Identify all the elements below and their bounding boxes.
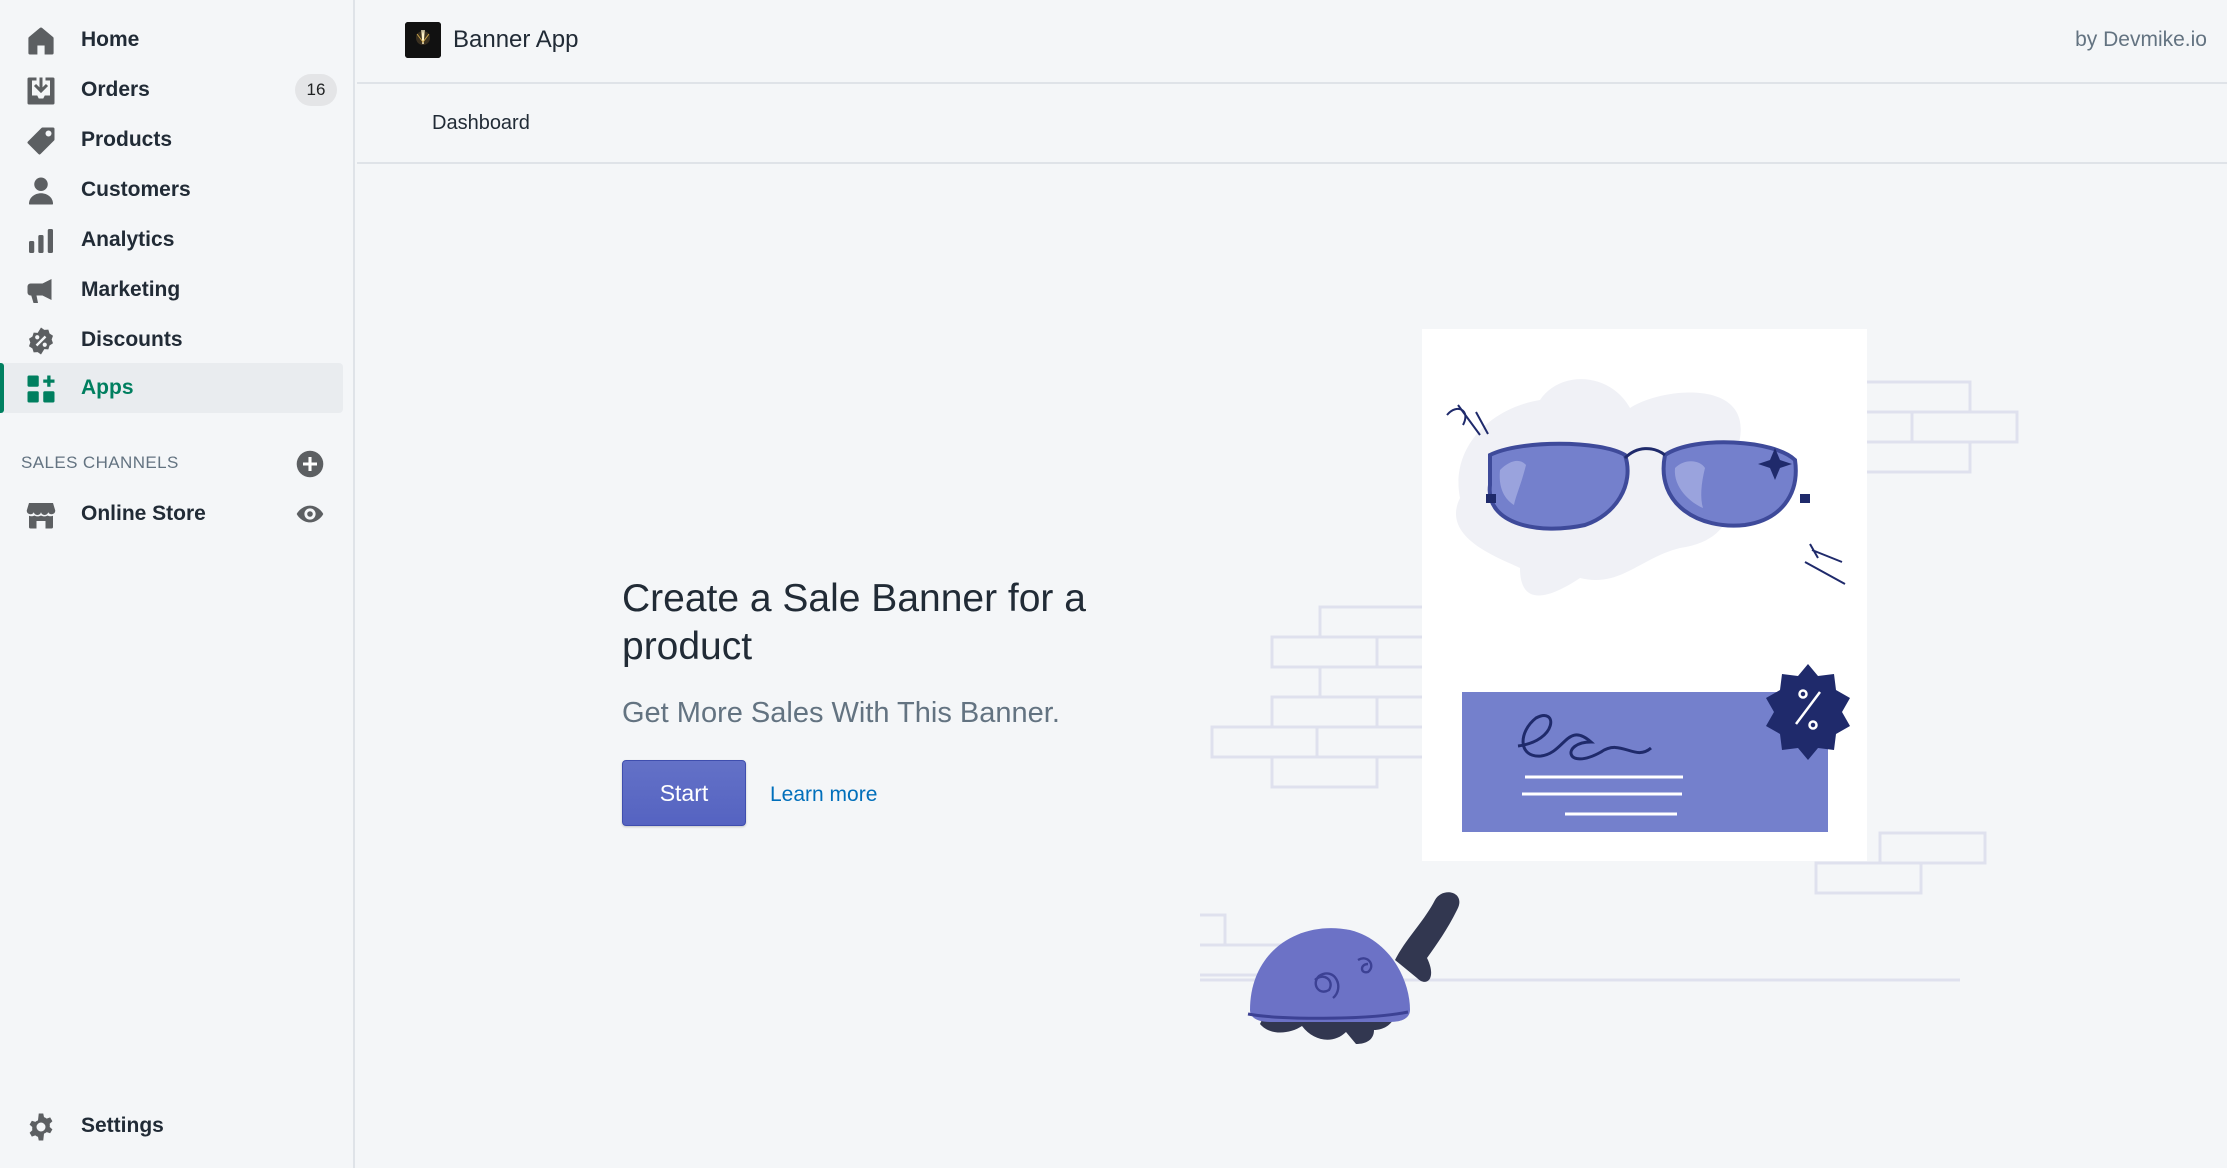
- turtle-illustration: [1247, 892, 1460, 1044]
- app-title: Banner App: [453, 26, 579, 53]
- apps-icon: [27, 375, 55, 403]
- bar-chart-icon: [29, 229, 53, 253]
- sidebar-item-label: Products: [81, 128, 173, 151]
- tab-dashboard[interactable]: Dashboard: [432, 112, 530, 135]
- sale-banner-illustration: [1200, 329, 2019, 1044]
- sidebar-item-customers[interactable]: Customers: [0, 165, 343, 215]
- app-navigation: Dashboard: [357, 84, 2227, 164]
- sidebar-item-label: Customers: [81, 178, 191, 201]
- sidebar-item-discounts[interactable]: Discounts: [0, 315, 343, 365]
- sidebar-item-label: Settings: [81, 1114, 164, 1137]
- sidebar-item-products[interactable]: Products: [0, 115, 343, 165]
- person-icon: [29, 177, 53, 205]
- sidebar: Home Orders 16 Products Customers Analyt…: [0, 0, 355, 1168]
- sidebar-item-label: Orders: [81, 78, 150, 101]
- gear-icon: [29, 1113, 53, 1141]
- page-title: Create a Sale Banner for a product: [622, 577, 1086, 668]
- sidebar-item-label: Marketing: [81, 278, 181, 301]
- home-icon: [28, 27, 54, 55]
- tag-icon: [27, 127, 55, 155]
- app-logo: [405, 22, 441, 58]
- page-subtitle: Get More Sales With This Banner.: [622, 697, 1060, 729]
- sidebar-item-online-store[interactable]: Online Store: [0, 489, 343, 539]
- app-logo-image: [405, 22, 441, 58]
- sidebar-item-label: Analytics: [81, 228, 175, 251]
- sidebar-item-home[interactable]: Home: [0, 15, 343, 65]
- sidebar-item-orders[interactable]: Orders 16: [0, 65, 343, 115]
- eye-icon[interactable]: [296, 500, 324, 528]
- sidebar-item-label: Discounts: [81, 328, 183, 351]
- banner-rectangle: [1462, 692, 1828, 832]
- sidebar-item-label: Apps: [81, 376, 134, 399]
- sidebar-item-apps[interactable]: Apps: [0, 363, 343, 413]
- sidebar-item-label: Online Store: [81, 502, 206, 525]
- sales-channels-heading: SALES CHANNELS: [21, 453, 179, 472]
- add-sales-channel-icon[interactable]: [296, 450, 324, 478]
- sidebar-item-analytics[interactable]: Analytics: [0, 215, 343, 265]
- discount-icon: [29, 327, 53, 355]
- developer-byline[interactable]: by Devmike.io: [2075, 28, 2207, 52]
- learn-more-link[interactable]: Learn more: [770, 783, 877, 807]
- orders-count-badge: 16: [295, 74, 337, 106]
- app-header: Banner App by Devmike.io: [357, 0, 2227, 84]
- sidebar-item-marketing[interactable]: Marketing: [0, 265, 343, 315]
- sidebar-item-settings[interactable]: Settings: [0, 1101, 343, 1151]
- megaphone-icon: [27, 279, 52, 303]
- sidebar-item-label: Home: [81, 28, 140, 51]
- orders-icon: [27, 77, 55, 105]
- start-button[interactable]: Start: [622, 760, 746, 826]
- store-icon: [26, 503, 56, 529]
- active-indicator: [0, 363, 4, 413]
